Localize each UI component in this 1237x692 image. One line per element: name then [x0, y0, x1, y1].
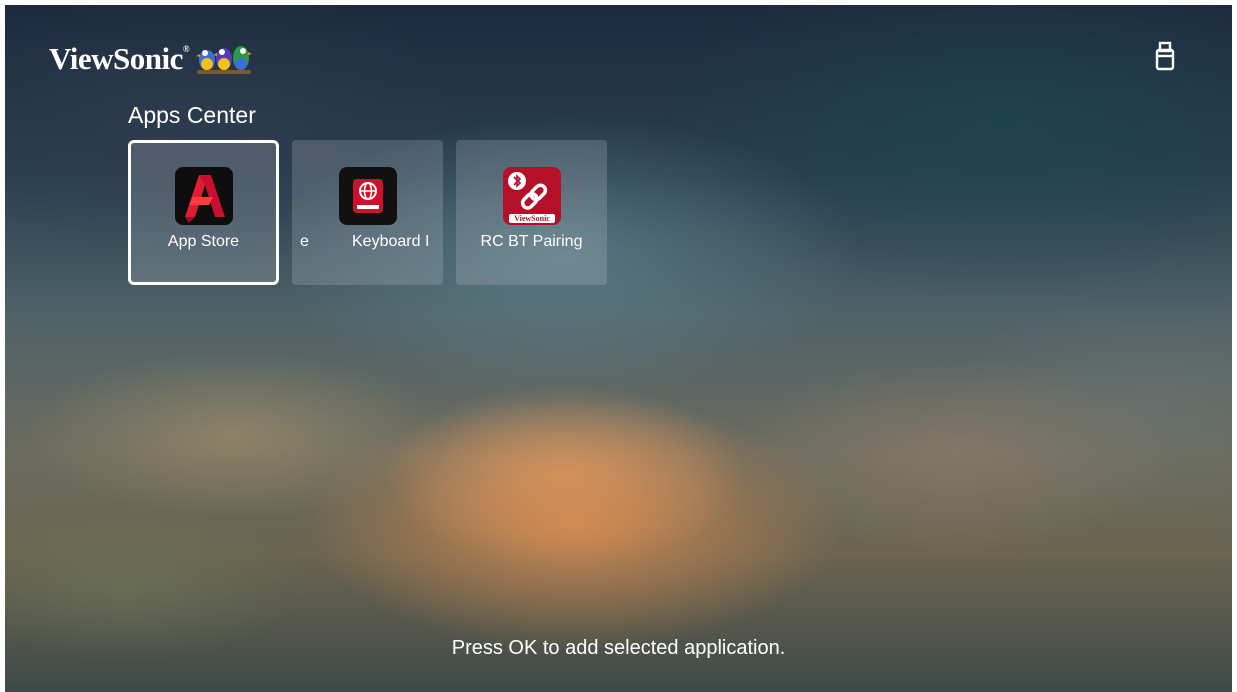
app-tile-label: RC BT Pairing	[480, 233, 583, 250]
brand-name: ViewSonic®	[49, 41, 190, 76]
hint-text: Press OK to add selected application.	[451, 637, 786, 659]
app-tile-label-fragment: e	[300, 233, 309, 250]
section-title: Apps Center	[128, 102, 256, 128]
rc-bt-pairing-icon: ViewSonic	[502, 167, 561, 225]
app-tile-label: Keyboard I	[352, 233, 430, 250]
app-tile-rc-bt-pairing[interactable]: ViewSonic RC BT Pairing	[456, 140, 607, 285]
brand-logo: ViewSonic®	[49, 40, 253, 78]
app-tile-app-store[interactable]: App Store	[128, 140, 279, 285]
app-tile-label: App Store	[167, 233, 240, 250]
rc-bt-icon-brand-text: ViewSonic	[514, 214, 550, 223]
viewsonic-birds-icon	[196, 46, 253, 74]
registered-mark: ®	[182, 43, 190, 54]
usb-storage-icon	[1155, 41, 1175, 71]
home-screen: ViewSonic® Apps Center App Store e Keybo…	[5, 5, 1232, 692]
app-store-icon	[174, 167, 233, 225]
keyboard-icon	[338, 167, 397, 225]
app-tile-keyboard[interactable]: e Keyboard I	[292, 140, 443, 285]
